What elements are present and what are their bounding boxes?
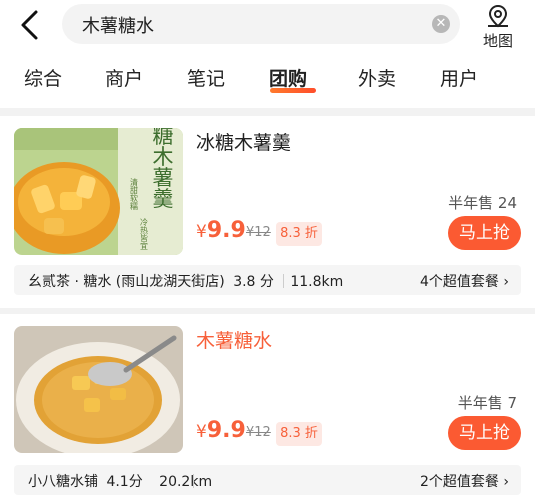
shop-name: 小八糖水铺 <box>28 474 98 490</box>
price-value: 9.9 <box>206 218 246 243</box>
tab-all[interactable]: 综合 <box>24 64 62 91</box>
packages-link[interactable]: 2个超值套餐 › <box>420 471 509 491</box>
shop-name: 幺贰茶 · 糖水 (雨山龙湖天街店) <box>28 274 225 290</box>
chevron-right-icon: › <box>503 474 509 490</box>
packages-count: 4个超值套餐 <box>420 274 499 290</box>
deal-price: ¥9.9 <box>196 218 246 243</box>
clear-icon[interactable]: ✕ <box>432 15 450 33</box>
tab-users[interactable]: 用户 <box>440 64 478 91</box>
deal-title[interactable]: 冰糖木薯羹 <box>196 128 291 155</box>
deal-title[interactable]: 木薯糖水 <box>196 326 272 353</box>
deal-card[interactable]: 木薯糖水 半年售 7 ¥9.9 ¥12 8.3 折 马上抢 小八糖水铺 4.1分… <box>0 314 535 500</box>
image-caption-small1: 清甜软糯 <box>130 177 139 211</box>
map-label: 地图 <box>482 32 513 50</box>
tab-merchants[interactable]: 商户 <box>105 64 143 91</box>
tab-bar: 综合 商户 笔记 团购 外卖 用户 <box>0 62 535 102</box>
deal-image: 冰糖木薯羹 清甜软糯 冷热皆宜 <box>14 128 183 255</box>
shop-info-bar[interactable]: 小八糖水铺 4.1分 20.2km 2个超值套餐 › <box>14 465 521 495</box>
price-currency: ¥ <box>196 422 207 442</box>
tab-takeout[interactable]: 外卖 <box>358 64 396 91</box>
shop-distance: 20.2km <box>159 474 213 490</box>
back-arrow-icon[interactable] <box>14 8 48 42</box>
shop-name-line: 幺贰茶 · 糖水 (雨山龙湖天街店) 3.8 分 11.8km <box>28 271 343 291</box>
search-query: 木薯糖水 <box>82 16 154 37</box>
image-caption-small2: 冷热皆宜 <box>140 217 149 250</box>
divider <box>193 474 194 488</box>
map-pin-icon <box>488 4 508 28</box>
packages-count: 2个超值套餐 <box>420 474 499 490</box>
sold-count: 半年售 7 <box>457 394 517 412</box>
shop-rating: 4.1分 <box>106 474 143 490</box>
divider <box>283 274 284 288</box>
shop-distance: 11.8km <box>290 274 344 290</box>
original-price: ¥12 <box>246 225 271 240</box>
packages-link[interactable]: 4个超值套餐 › <box>420 271 509 291</box>
shop-rating: 3.8 分 <box>233 274 274 290</box>
search-input[interactable]: 木薯糖水 ✕ <box>62 4 460 44</box>
discount-badge: 8.3 折 <box>276 422 322 446</box>
buy-now-button[interactable]: 马上抢 <box>448 216 521 250</box>
buy-now-button[interactable]: 马上抢 <box>448 416 521 450</box>
tab-notes[interactable]: 笔记 <box>187 64 225 91</box>
discount-badge: 8.3 折 <box>276 222 322 246</box>
original-price: ¥12 <box>246 425 271 440</box>
tab-group-buy[interactable]: 团购 <box>269 64 307 91</box>
price-value: 9.9 <box>206 418 246 443</box>
deal-price: ¥9.9 <box>196 418 246 443</box>
active-tab-indicator <box>270 88 316 93</box>
map-button[interactable]: 地图 <box>480 4 516 50</box>
deal-image <box>14 326 183 453</box>
shop-info-bar[interactable]: 幺贰茶 · 糖水 (雨山龙湖天街店) 3.8 分 11.8km 4个超值套餐 › <box>14 265 521 295</box>
price-currency: ¥ <box>196 222 207 242</box>
chevron-right-icon: › <box>503 274 509 290</box>
top-bar: 木薯糖水 ✕ 地图 综合 商户 笔记 团购 外卖 用户 <box>0 0 535 108</box>
sold-count: 半年售 24 <box>448 194 517 212</box>
shop-name-line: 小八糖水铺 4.1分 20.2km <box>28 471 212 491</box>
deal-card[interactable]: 冰糖木薯羹 清甜软糯 冷热皆宜 冰糖木薯羹 半年售 24 ¥9.9 ¥12 8.… <box>0 116 535 308</box>
image-caption-big: 冰糖木薯羹 <box>150 128 174 210</box>
